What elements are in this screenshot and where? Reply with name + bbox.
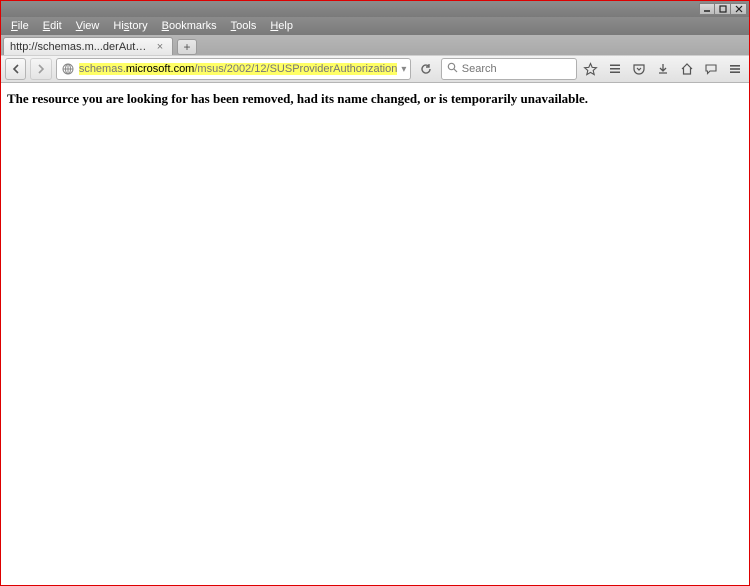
maximize-button[interactable] xyxy=(715,3,731,15)
minimize-button[interactable] xyxy=(699,3,715,15)
menu-history[interactable]: History xyxy=(107,19,153,33)
home-icon[interactable] xyxy=(677,59,697,79)
url-text: schemas.microsoft.com/msus/2002/12/SUSPr… xyxy=(79,63,398,75)
menu-bar: File Edit View History Bookmarks Tools H… xyxy=(1,17,749,35)
reload-icon xyxy=(419,62,433,76)
downloads-icon[interactable] xyxy=(653,59,673,79)
browser-tab[interactable]: http://schemas.m...derAuthorization × xyxy=(3,37,173,55)
search-icon xyxy=(447,62,458,76)
nav-toolbar: schemas.microsoft.com/msus/2002/12/SUSPr… xyxy=(1,55,749,83)
tab-close-icon[interactable]: × xyxy=(154,41,166,53)
back-button[interactable] xyxy=(5,58,26,80)
tab-strip: http://schemas.m...derAuthorization × + xyxy=(1,35,749,55)
menu-help[interactable]: Help xyxy=(264,19,299,33)
menu-edit[interactable]: Edit xyxy=(37,19,68,33)
pocket-icon[interactable] xyxy=(629,59,649,79)
bookmark-star-icon[interactable] xyxy=(581,59,601,79)
menu-view[interactable]: View xyxy=(70,19,106,33)
bookmarks-list-icon[interactable] xyxy=(605,59,625,79)
error-message: The resource you are looking for has bee… xyxy=(7,91,743,107)
chat-icon[interactable] xyxy=(701,59,721,79)
search-box[interactable] xyxy=(441,58,577,80)
new-tab-button[interactable]: + xyxy=(177,39,197,55)
address-bar[interactable]: schemas.microsoft.com/msus/2002/12/SUSPr… xyxy=(56,58,412,80)
menu-tools[interactable]: Tools xyxy=(225,19,263,33)
tab-title: http://schemas.m...derAuthorization xyxy=(10,41,149,53)
toolbar-icons xyxy=(581,59,745,79)
menu-bookmarks[interactable]: Bookmarks xyxy=(156,19,223,33)
reload-button[interactable] xyxy=(415,58,436,80)
close-button[interactable] xyxy=(731,3,747,15)
arrow-right-icon xyxy=(35,63,47,75)
search-input[interactable] xyxy=(462,63,571,75)
window-titlebar xyxy=(1,1,749,17)
forward-button[interactable] xyxy=(30,58,51,80)
arrow-left-icon xyxy=(10,63,22,75)
page-content: The resource you are looking for has bee… xyxy=(1,83,749,585)
menu-hamburger-icon[interactable] xyxy=(725,59,745,79)
site-info-icon[interactable] xyxy=(61,62,75,76)
menu-file[interactable]: File xyxy=(5,19,35,33)
history-dropdown-icon[interactable]: ▾ xyxy=(401,64,406,75)
